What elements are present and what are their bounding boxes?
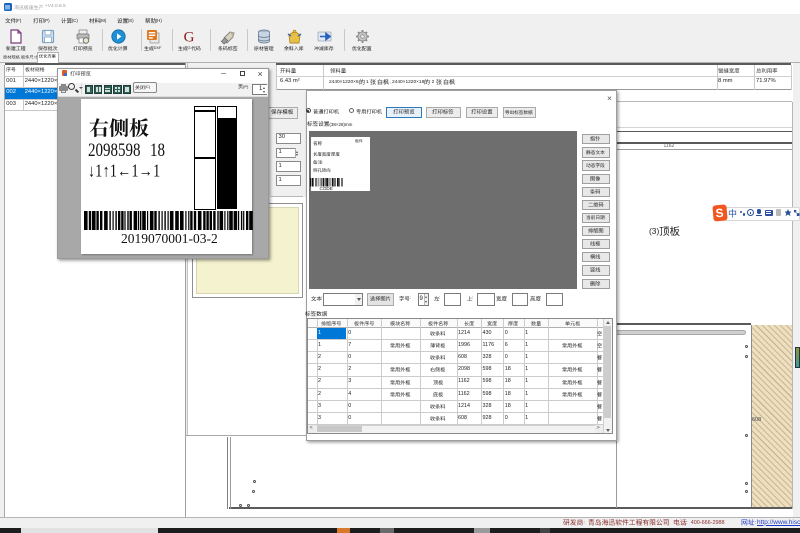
svg-text:G: G — [184, 30, 195, 46]
